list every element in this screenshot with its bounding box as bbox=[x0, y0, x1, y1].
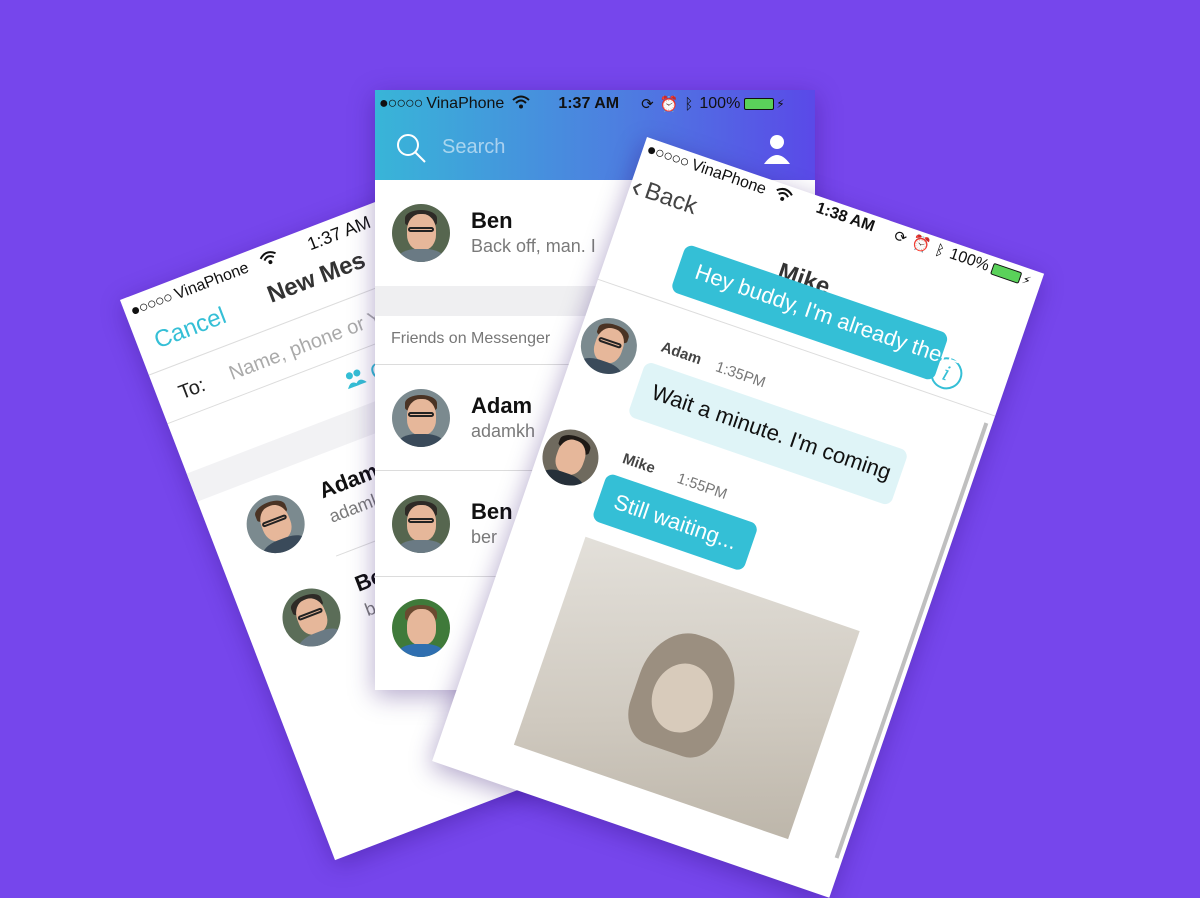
alarm-icon: ⏰ bbox=[909, 233, 933, 256]
to-label: To: bbox=[175, 374, 209, 405]
avatar bbox=[392, 599, 450, 657]
friend-name: Adam bbox=[471, 393, 533, 418]
charging-icon: ⚡ bbox=[776, 97, 785, 111]
battery-percent: 100% bbox=[947, 245, 992, 275]
sender-name: Mike bbox=[620, 450, 658, 478]
battery-icon bbox=[990, 262, 1023, 285]
status-bar: ●○○○○ VinaPhone 1:37 AM ⟳ ⏰ ᛒ 100% ⚡ bbox=[375, 90, 815, 118]
avatar bbox=[573, 310, 645, 382]
alarm-icon: ⏰ bbox=[659, 96, 679, 113]
avatar bbox=[274, 579, 349, 655]
message-bubble-outgoing[interactable]: Hey buddy, I'm already there bbox=[670, 243, 964, 382]
back-label: Back bbox=[641, 177, 701, 221]
profile-icon[interactable] bbox=[761, 132, 793, 169]
carrier-name: VinaPhone bbox=[172, 259, 252, 304]
wifi-icon bbox=[512, 95, 530, 114]
conversation-preview: Back off, man. I bbox=[471, 236, 596, 256]
group-icon bbox=[340, 364, 370, 396]
avatar bbox=[534, 421, 607, 494]
search-icon[interactable] bbox=[395, 132, 427, 169]
friend-handle: adamkh bbox=[471, 421, 536, 441]
search-input[interactable]: Search bbox=[442, 136, 505, 159]
avatar bbox=[392, 495, 450, 553]
avatar bbox=[392, 389, 450, 447]
signal-dots: ●○○○○ bbox=[379, 95, 423, 112]
back-button[interactable]: ‹ Back bbox=[627, 170, 702, 224]
photo-attachment[interactable] bbox=[513, 536, 860, 840]
rotation-lock-icon: ⟳ bbox=[641, 96, 654, 113]
bluetooth-icon: ᛒ bbox=[932, 241, 947, 261]
status-time: 1:37 AM bbox=[304, 211, 374, 254]
rotation-lock-icon: ⟳ bbox=[891, 227, 910, 248]
bluetooth-icon: ᛒ bbox=[684, 95, 694, 113]
section-header: Friends on Messenger bbox=[391, 330, 551, 347]
message-text: Wait a minute. I'm coming bbox=[648, 379, 895, 485]
friend-name: Ben bbox=[471, 499, 513, 524]
message-bubble-incoming[interactable]: Wait a minute. I'm coming bbox=[627, 360, 909, 507]
battery-icon bbox=[744, 98, 775, 110]
conversation-name: Ben bbox=[471, 208, 513, 233]
charging-icon: ⚡ bbox=[1020, 272, 1033, 289]
status-time: 1:37 AM bbox=[558, 95, 620, 112]
avatar bbox=[392, 204, 450, 262]
status-time: 1:38 AM bbox=[813, 199, 877, 236]
wifi-icon bbox=[258, 248, 282, 272]
header: ●○○○○ VinaPhone 1:37 AM ⟳ ⏰ ᛒ 100% ⚡ Sea… bbox=[375, 90, 815, 180]
friend-handle: ber bbox=[471, 527, 498, 547]
carrier-name: VinaPhone bbox=[426, 95, 505, 112]
signal-dots: ●○○○○ bbox=[128, 288, 175, 321]
avatar bbox=[238, 486, 314, 562]
battery-percent: 100% bbox=[699, 95, 741, 112]
wifi-icon bbox=[772, 185, 795, 209]
sender-name: Adam bbox=[658, 338, 704, 369]
